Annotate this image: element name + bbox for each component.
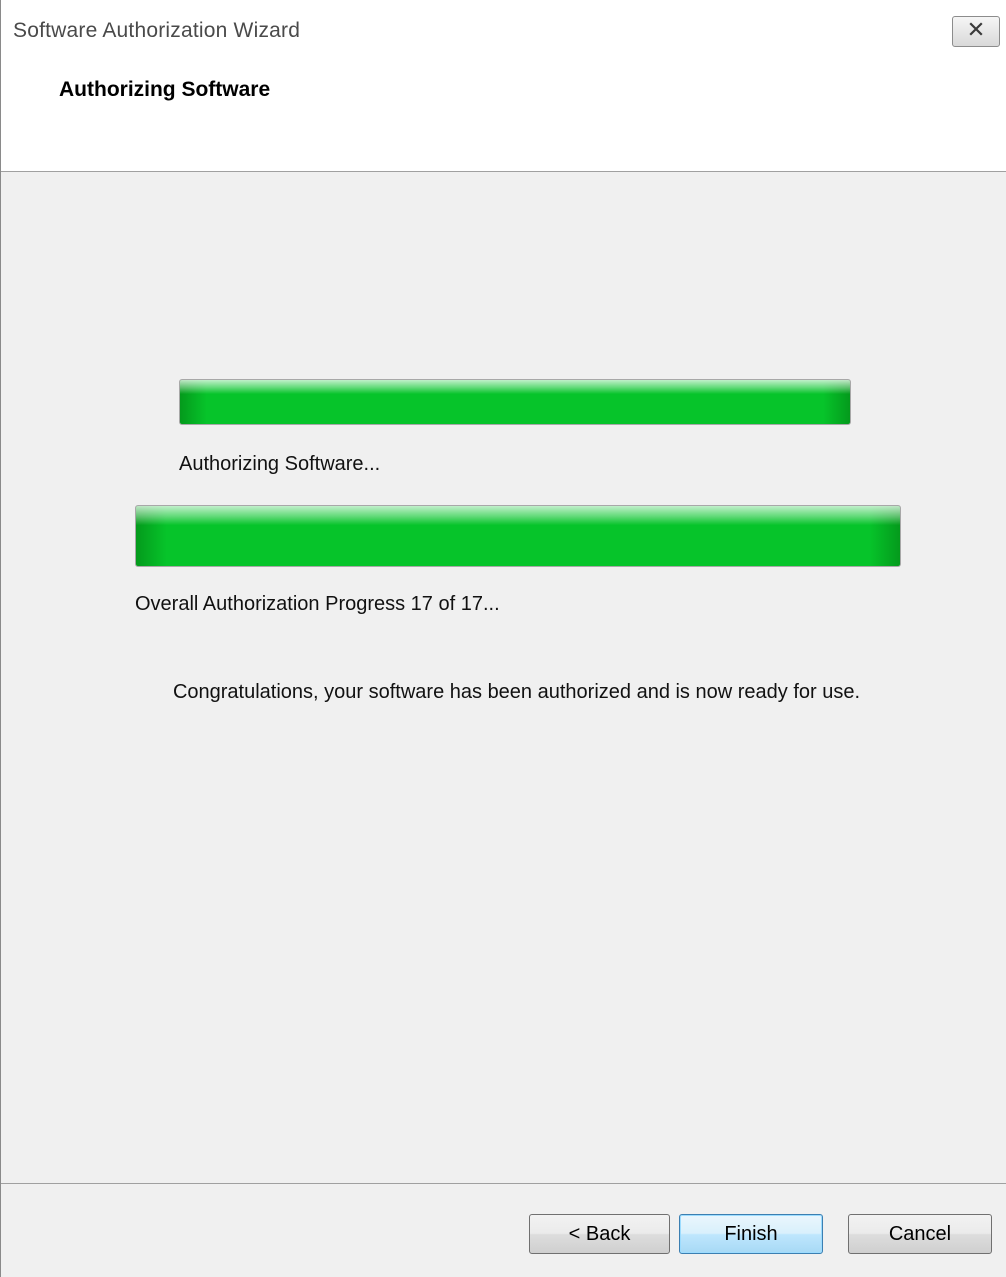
cancel-button[interactable]: Cancel	[848, 1214, 992, 1254]
close-button[interactable]	[952, 16, 1000, 47]
overall-progress-bar	[135, 505, 901, 567]
wizard-footer: < Back Finish Cancel	[1, 1183, 1006, 1277]
overall-progress-fill	[136, 506, 900, 566]
step-progress-bar	[179, 379, 851, 425]
wizard-content: Authorizing Software... Overall Authoriz…	[1, 172, 1006, 1182]
title-bar: Software Authorization Wizard	[1, 0, 1006, 64]
window-title: Software Authorization Wizard	[13, 19, 301, 42]
step-progress-fill	[180, 380, 850, 424]
page-title: Authorizing Software	[59, 78, 271, 101]
finish-button[interactable]: Finish	[679, 1214, 823, 1254]
back-button[interactable]: < Back	[529, 1214, 670, 1254]
overall-progress-label: Overall Authorization Progress 17 of 17.…	[135, 593, 500, 615]
wizard-window: Software Authorization Wizard Authorizin…	[0, 0, 1006, 1277]
wizard-header: Authorizing Software	[1, 64, 1006, 172]
success-message: Congratulations, your software has been …	[172, 681, 861, 703]
close-icon	[968, 22, 984, 41]
step-progress-label: Authorizing Software...	[179, 453, 381, 475]
